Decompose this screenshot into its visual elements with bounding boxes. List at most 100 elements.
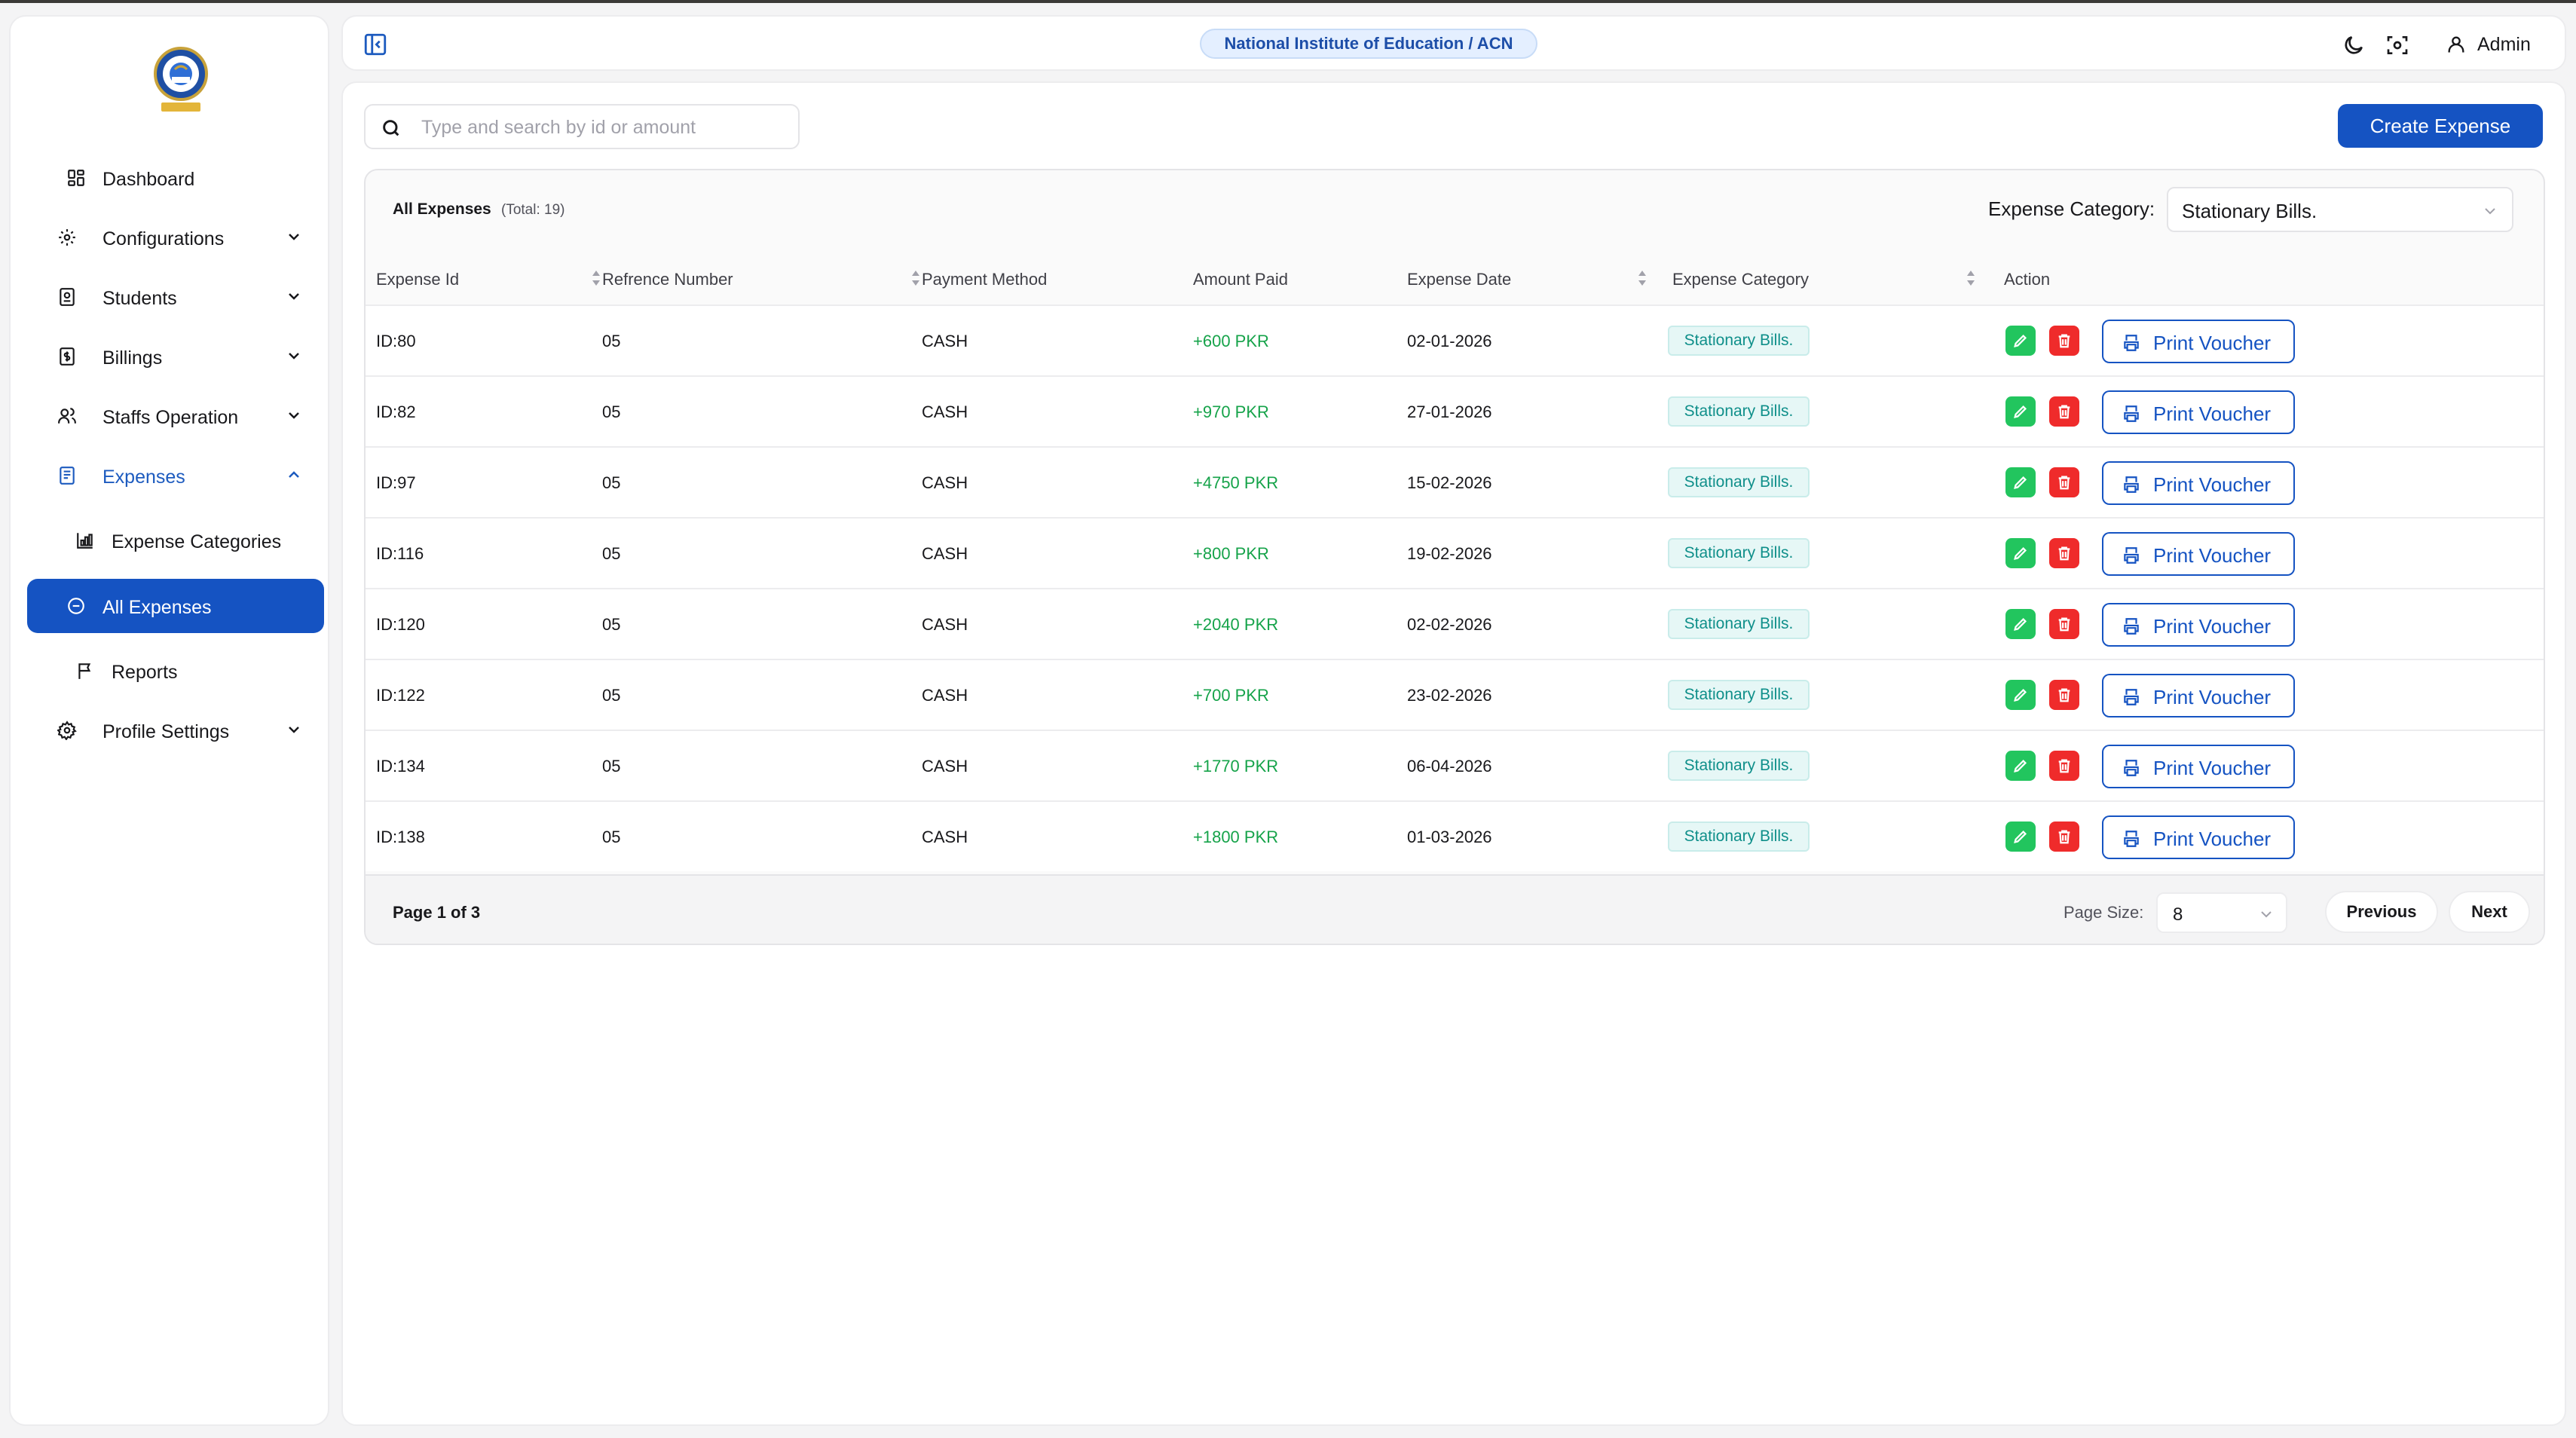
printer-icon xyxy=(2124,476,2139,493)
edit-button[interactable] xyxy=(2005,326,2036,356)
create-expense-button[interactable]: Create Expense xyxy=(2338,104,2543,148)
page-size-label: Page Size: xyxy=(2064,903,2144,922)
edit-button[interactable] xyxy=(2005,609,2036,639)
print-voucher-label: Print Voucher xyxy=(2153,473,2272,496)
flag-icon xyxy=(78,663,91,679)
category-badge: Stationary Bills. xyxy=(1668,609,1810,639)
expenses-table-card: All Expenses (Total: 19) Expense Categor… xyxy=(364,169,2545,945)
edit-button[interactable] xyxy=(2005,821,2036,852)
next-page-button[interactable]: Next xyxy=(2449,891,2530,933)
sidebar-item-label: Reports xyxy=(112,662,178,683)
pencil-icon xyxy=(2014,830,2027,843)
delete-button[interactable] xyxy=(2049,751,2079,781)
print-voucher-button[interactable]: Print Voucher xyxy=(2102,815,2295,859)
moon-icon[interactable] xyxy=(2342,33,2366,57)
chevron-down-icon[interactable] xyxy=(286,231,301,243)
sidebar-item-dashboard[interactable]: Dashboard xyxy=(27,151,324,205)
printer-icon xyxy=(2124,335,2139,351)
sidebar-item-staffs-operation[interactable]: Staffs Operation xyxy=(27,389,324,443)
payment-method: CASH xyxy=(922,686,968,705)
page-size-select[interactable]: 8 xyxy=(2156,892,2287,933)
print-voucher-button[interactable]: Print Voucher xyxy=(2102,603,2295,647)
sort-icon[interactable] xyxy=(590,268,602,288)
sidebar-item-expense-categories[interactable]: Expense Categories xyxy=(27,513,324,568)
institute-logo xyxy=(154,47,208,112)
reference-number: 05 xyxy=(602,473,621,492)
receipt-icon xyxy=(60,467,75,485)
expense-date: 01-03-2026 xyxy=(1407,828,1492,846)
sidebar-item-configurations[interactable]: Configurations xyxy=(27,210,324,265)
expense-date: 19-02-2026 xyxy=(1407,544,1492,563)
print-voucher-button[interactable]: Print Voucher xyxy=(2102,745,2295,788)
chevron-up-icon[interactable] xyxy=(286,469,301,481)
sidebar-item-profile-settings[interactable]: Profile Settings xyxy=(27,703,324,757)
sidebar-item-label: Configurations xyxy=(102,228,225,249)
chevron-down-icon[interactable] xyxy=(286,409,301,421)
category-badge: Stationary Bills. xyxy=(1668,751,1810,781)
category-badge: Stationary Bills. xyxy=(1668,326,1810,356)
reference-number: 05 xyxy=(602,615,621,634)
payment-method: CASH xyxy=(922,332,968,350)
column-header-expense-category[interactable]: Expense Category xyxy=(1672,270,1809,289)
sidebar-collapse-icon[interactable] xyxy=(363,32,388,57)
delete-button[interactable] xyxy=(2049,396,2079,427)
delete-button[interactable] xyxy=(2049,538,2079,568)
print-voucher-button[interactable]: Print Voucher xyxy=(2102,320,2295,363)
sidebar-item-billings[interactable]: Billings xyxy=(27,329,324,384)
edit-button[interactable] xyxy=(2005,680,2036,710)
print-voucher-label: Print Voucher xyxy=(2153,615,2272,638)
user-icon xyxy=(2448,36,2464,53)
reference-number: 05 xyxy=(602,332,621,350)
edit-button[interactable] xyxy=(2005,751,2036,781)
print-voucher-label: Print Voucher xyxy=(2153,544,2272,567)
category-badge: Stationary Bills. xyxy=(1668,538,1810,568)
previous-page-button[interactable]: Previous xyxy=(2325,891,2438,933)
sidebar-item-all-expenses[interactable]: All Expenses xyxy=(27,579,324,633)
delete-button[interactable] xyxy=(2049,821,2079,852)
table-row: ID:134 05 CASH +1770 PKR 06-04-2026 Stat… xyxy=(366,730,2544,800)
payment-method: CASH xyxy=(922,757,968,776)
edit-button[interactable] xyxy=(2005,538,2036,568)
payment-method: CASH xyxy=(922,544,968,563)
sidebar: Dashboard Configurations Students Billin… xyxy=(9,15,329,1426)
expense-date: 06-04-2026 xyxy=(1407,757,1492,776)
user-name: Admin xyxy=(2477,33,2531,55)
edit-button[interactable] xyxy=(2005,467,2036,497)
column-header-expense-date[interactable]: Expense Date xyxy=(1407,270,1511,289)
category-badge: Stationary Bills. xyxy=(1668,680,1810,710)
user-menu-button[interactable]: Admin xyxy=(2438,27,2550,62)
screenshot-icon[interactable] xyxy=(2385,33,2409,57)
sidebar-item-expenses[interactable]: Expenses xyxy=(27,448,324,503)
delete-button[interactable] xyxy=(2049,326,2079,356)
sidebar-item-students[interactable]: Students xyxy=(27,270,324,324)
amount-paid: +2040 PKR xyxy=(1193,615,1279,634)
print-voucher-label: Print Voucher xyxy=(2153,402,2272,425)
table-total-count: (Total: 19) xyxy=(501,202,565,218)
chevron-down-icon[interactable] xyxy=(286,350,301,362)
category-filter-select[interactable]: Stationary Bills. xyxy=(2167,187,2513,232)
reference-number: 05 xyxy=(602,828,621,846)
cog-icon xyxy=(57,721,77,740)
delete-button[interactable] xyxy=(2049,680,2079,710)
printer-icon xyxy=(2124,547,2139,564)
chevron-down-icon xyxy=(2485,208,2495,215)
dollar-doc-icon xyxy=(60,347,75,366)
print-voucher-button[interactable]: Print Voucher xyxy=(2102,674,2295,717)
chevron-down-icon[interactable] xyxy=(286,290,301,302)
column-header-expense-id[interactable]: Expense Id xyxy=(376,270,459,289)
sort-icon[interactable] xyxy=(910,268,922,288)
print-voucher-button[interactable]: Print Voucher xyxy=(2102,532,2295,576)
print-voucher-button[interactable]: Print Voucher xyxy=(2102,390,2295,434)
print-voucher-button[interactable]: Print Voucher xyxy=(2102,461,2295,505)
sidebar-item-reports[interactable]: Reports xyxy=(27,644,324,698)
expense-date: 15-02-2026 xyxy=(1407,473,1492,492)
edit-button[interactable] xyxy=(2005,396,2036,427)
column-header-reference-number[interactable]: Refrence Number xyxy=(602,270,733,289)
sort-icon[interactable] xyxy=(1965,268,1977,288)
delete-button[interactable] xyxy=(2049,467,2079,497)
sort-icon[interactable] xyxy=(1636,268,1648,288)
search-input[interactable] xyxy=(421,113,791,142)
chevron-down-icon[interactable] xyxy=(286,724,301,736)
print-voucher-label: Print Voucher xyxy=(2153,686,2272,708)
delete-button[interactable] xyxy=(2049,609,2079,639)
